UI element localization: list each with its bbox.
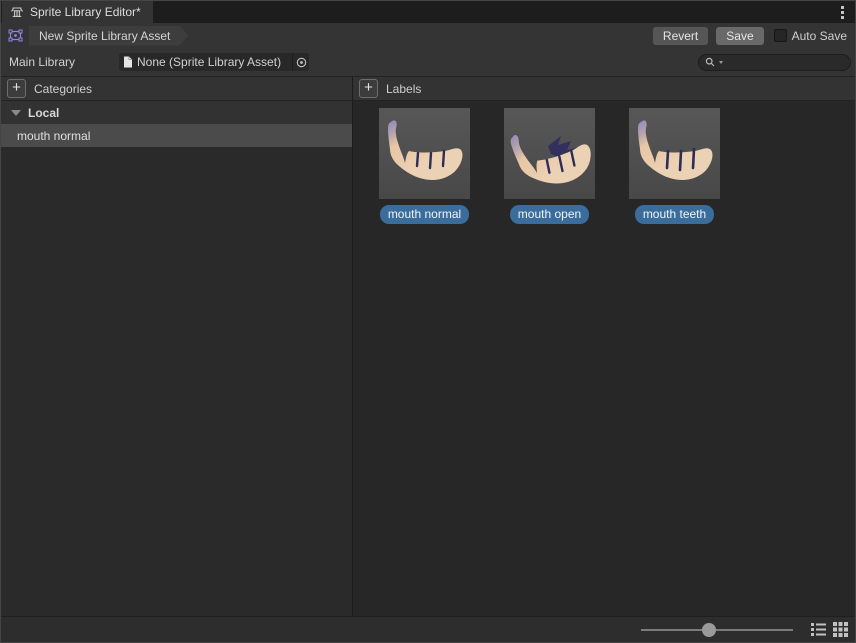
auto-save-label: Auto Save (792, 29, 847, 43)
local-foldout[interactable]: Local (1, 101, 352, 124)
sprite-cell-mouth-normal[interactable]: mouth normal (362, 108, 487, 224)
category-row-label: mouth normal (17, 129, 90, 143)
category-row-mouth-normal[interactable]: mouth normal (1, 124, 352, 147)
sprite-label-badge: mouth open (510, 205, 589, 224)
search-field[interactable] (698, 54, 851, 71)
object-field-value: None (Sprite Library Asset) (137, 55, 281, 69)
search-filter-caret-icon (718, 60, 724, 65)
chevron-down-icon (11, 110, 21, 116)
library-building-icon (10, 5, 24, 19)
object-picker-icon[interactable] (292, 53, 309, 71)
local-foldout-label: Local (28, 106, 59, 120)
sprite-library-editor-window: Sprite Library Editor* New Sprite Librar… (0, 0, 856, 643)
tab-bar: Sprite Library Editor* (1, 1, 855, 23)
save-button[interactable]: Save (716, 27, 763, 45)
breadcrumb-label: New Sprite Library Asset (39, 29, 170, 43)
breadcrumb[interactable]: New Sprite Library Asset (29, 26, 188, 46)
sprite-thumbnail (504, 108, 595, 199)
add-label-button[interactable] (359, 79, 378, 98)
labels-header: Labels (353, 76, 855, 101)
search-input[interactable] (726, 55, 844, 69)
sprite-thumbnail (379, 108, 470, 199)
labels-grid: mouth normal (353, 101, 855, 616)
add-category-button[interactable] (7, 79, 26, 98)
sprite-label-badge: mouth normal (380, 205, 469, 224)
document-icon (123, 56, 133, 68)
tab-bar-spacer (153, 1, 829, 23)
main-library-object-field[interactable]: None (Sprite Library Asset) (119, 53, 309, 71)
categories-list: Local mouth normal (1, 101, 352, 616)
tab-sprite-library-editor[interactable]: Sprite Library Editor* (2, 1, 153, 23)
main-library-label: Main Library (9, 55, 119, 69)
slider-track[interactable] (641, 629, 793, 631)
auto-save-checkbox[interactable] (774, 29, 787, 42)
grid-view-icon[interactable] (832, 621, 849, 638)
auto-save-toggle[interactable]: Auto Save (774, 29, 847, 43)
labels-title: Labels (386, 82, 421, 96)
kebab-menu-icon[interactable] (829, 1, 855, 23)
bottom-bar (1, 616, 855, 642)
categories-title: Categories (34, 82, 92, 96)
sprite-cell-mouth-teeth[interactable]: mouth teeth (612, 108, 737, 224)
categories-header: Categories (1, 76, 352, 101)
slider-handle[interactable] (702, 623, 716, 637)
sprite-cell-mouth-open[interactable]: mouth open (487, 108, 612, 224)
toolbar: New Sprite Library Asset Revert Save Aut… (1, 23, 855, 48)
categories-panel: Categories Local mouth normal (1, 76, 352, 616)
sprite-library-asset-icon (7, 27, 24, 44)
sprite-thumbnail (629, 108, 720, 199)
revert-button[interactable]: Revert (653, 27, 708, 45)
editor-panels: Categories Local mouth normal Labels (1, 76, 855, 616)
tab-title: Sprite Library Editor* (30, 5, 141, 19)
main-library-row: Main Library None (Sprite Library Asset) (1, 48, 855, 76)
list-view-icon[interactable] (810, 621, 827, 638)
search-icon (705, 57, 716, 68)
thumbnail-size-slider[interactable] (641, 623, 793, 637)
labels-panel: Labels (353, 76, 855, 616)
object-field-value-area: None (Sprite Library Asset) (119, 55, 292, 69)
sprite-label-badge: mouth teeth (635, 205, 714, 224)
